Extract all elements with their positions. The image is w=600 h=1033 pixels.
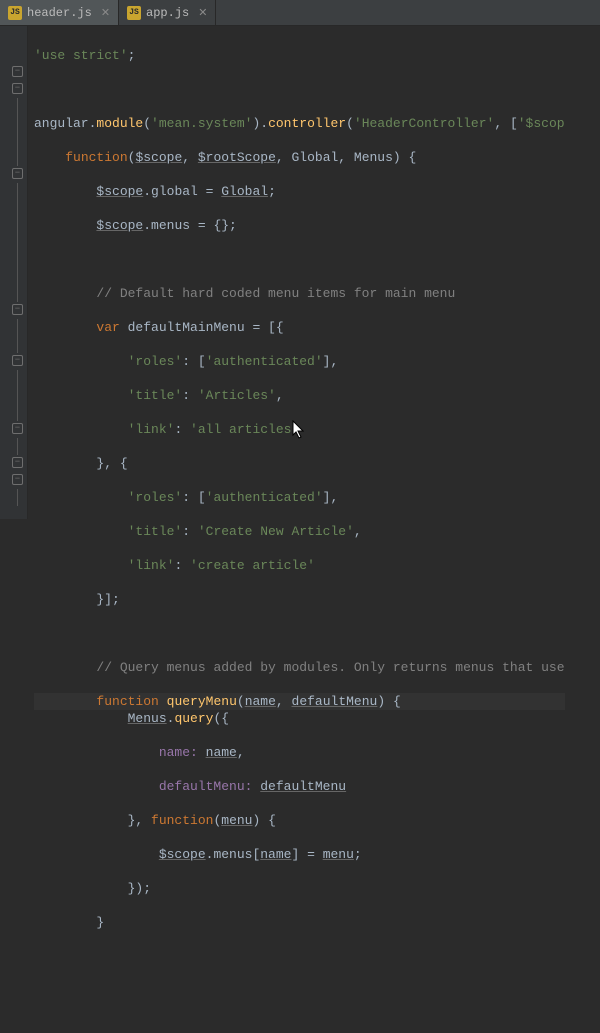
code-line[interactable]: 'link': 'create article' xyxy=(34,557,565,574)
code-line[interactable]: // Default hard coded menu items for mai… xyxy=(34,285,565,302)
code-line[interactable]: angular.module('mean.system').controller… xyxy=(34,115,565,132)
code-line[interactable]: $scope.menus = {}; xyxy=(34,217,565,234)
code-line[interactable]: defaultMenu: defaultMenu xyxy=(34,778,565,795)
js-file-icon: JS xyxy=(8,6,22,20)
code-line-highlighted[interactable]: function queryMenu(name, defaultMenu) { xyxy=(34,693,565,710)
tab-app-js[interactable]: JS app.js ✕ xyxy=(119,0,216,25)
code-line[interactable]: } xyxy=(34,914,565,931)
close-icon[interactable]: ✕ xyxy=(101,6,110,20)
code-line[interactable]: name: name, xyxy=(34,744,565,761)
code-line[interactable]: $scope.global = Global; xyxy=(34,183,565,200)
editor-tab-bar: JS header.js ✕ JS app.js ✕ xyxy=(0,0,600,26)
fold-marker[interactable]: − xyxy=(12,66,23,77)
tab-header-js[interactable]: JS header.js ✕ xyxy=(0,0,119,25)
code-line[interactable]: var defaultMainMenu = [{ xyxy=(34,319,565,336)
js-file-icon: JS xyxy=(127,6,141,20)
fold-marker[interactable]: − xyxy=(12,168,23,179)
code-line[interactable]: $scope.menus[name] = menu; xyxy=(34,846,565,863)
code-line[interactable]: 'roles': ['authenticated'], xyxy=(34,489,565,506)
fold-marker[interactable]: − xyxy=(12,474,23,485)
code-area[interactable]: 'use strict'; angular.module('mean.syste… xyxy=(28,26,565,519)
code-line[interactable]: }, { xyxy=(34,455,565,472)
code-line[interactable]: // Query menus added by modules. Only re… xyxy=(34,659,565,676)
close-icon[interactable]: ✕ xyxy=(198,6,207,20)
fold-marker[interactable]: − xyxy=(12,83,23,94)
fold-marker[interactable]: − xyxy=(12,423,23,434)
code-line[interactable]: 'link': 'all articles' xyxy=(34,421,565,438)
code-line[interactable]: Menus.query({ xyxy=(34,710,565,727)
tab-label: app.js xyxy=(146,6,189,20)
code-editor[interactable]: − − − − − − − − 'use strict'; angular.mo… xyxy=(0,26,600,519)
fold-marker[interactable]: − xyxy=(12,355,23,366)
code-line[interactable]: function($scope, $rootScope, Global, Men… xyxy=(34,149,565,166)
code-line[interactable]: 'title': 'Create New Article', xyxy=(34,523,565,540)
code-line[interactable] xyxy=(34,625,565,642)
code-line[interactable]: 'use strict'; xyxy=(34,47,565,64)
fold-marker[interactable]: − xyxy=(12,304,23,315)
fold-marker[interactable]: − xyxy=(12,457,23,468)
code-line[interactable] xyxy=(34,251,565,268)
code-line[interactable] xyxy=(34,81,565,98)
code-line[interactable]: 'title': 'Articles', xyxy=(34,387,565,404)
code-line[interactable]: }, function(menu) { xyxy=(34,812,565,829)
code-line[interactable]: }]; xyxy=(34,591,565,608)
tab-label: header.js xyxy=(27,6,92,20)
code-line[interactable] xyxy=(34,948,565,965)
gutter: − − − − − − − − xyxy=(0,26,28,519)
code-line[interactable]: }); xyxy=(34,880,565,897)
code-line[interactable]: 'roles': ['authenticated'], xyxy=(34,353,565,370)
